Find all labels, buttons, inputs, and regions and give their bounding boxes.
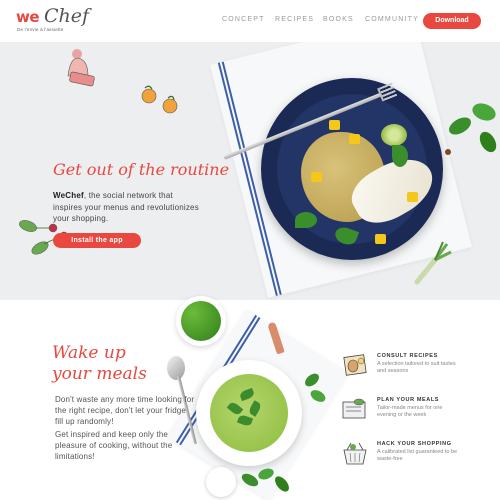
cream-bowl [206, 467, 236, 497]
feature-description: Tailor-made menus for one evening or the… [377, 405, 443, 418]
feature-hack-shopping: HACK YOUR SHOPPING A calibrated list gua… [341, 440, 491, 470]
nav-concept[interactable]: CONCEPT [222, 16, 265, 23]
wake-up-description: Don't waste any more time looking for th… [55, 394, 195, 464]
herb-leaves [445, 103, 497, 155]
shopping-basket-icon [343, 442, 367, 465]
nav-recipes[interactable]: RECIPES [275, 16, 314, 23]
mint-sprig [305, 373, 326, 402]
spoon [167, 356, 185, 380]
feature-plan-meals: PLAN YOUR MEALS Tailor-made menus for on… [341, 396, 491, 426]
download-button[interactable]: Download [423, 13, 481, 29]
site-header: we Chef De l'envie à l'assiette CONCEPT … [0, 0, 500, 42]
oranges-icon [141, 85, 178, 114]
hero-section: Get out of the routine WeChef, the socia… [0, 42, 500, 300]
wake-title-line1: Wake up [52, 343, 126, 363]
feature-description: A selection tailored to suit tastes and … [377, 361, 456, 374]
wake-title-line2: your meals [52, 364, 147, 384]
nav-community[interactable]: COMMUNITY [365, 16, 419, 23]
mint-leaves [241, 468, 289, 492]
peas-bowl [176, 296, 226, 346]
wake-up-title: Wake up your meals [52, 343, 147, 385]
logo-chef-text: Chef [44, 5, 90, 27]
hero-description: WeChef, the social network that inspires… [53, 190, 203, 225]
feature-title: HACK YOUR SHOPPING [377, 441, 452, 447]
feature-consult-recipes: CONSULT RECIPES A selection tailored to … [341, 352, 491, 382]
soup-plate [196, 360, 302, 466]
brand-name: WeChef [53, 191, 84, 200]
leek-icon [414, 241, 452, 285]
wechef-logo[interactable]: we Chef De l'envie à l'assiette [16, 5, 96, 38]
wake-paragraph-2: Get inspired and keep only the pleasure … [55, 430, 173, 461]
winter-hat-icon [67, 49, 95, 87]
recipe-book-icon [343, 354, 367, 376]
install-app-button[interactable]: Install the app [53, 233, 141, 248]
nav-books[interactable]: BOOKS [323, 16, 354, 23]
planner-icon [342, 398, 366, 419]
hero-title: Get out of the routine [53, 160, 230, 179]
wake-paragraph-1: Don't waste any more time looking for th… [55, 395, 195, 426]
feature-title: CONSULT RECIPES [377, 353, 438, 359]
logo-we-text: we [16, 8, 40, 26]
logo-tagline: De l'envie à l'assiette [17, 27, 64, 32]
feature-title: PLAN YOUR MEALS [377, 397, 440, 403]
feature-description: A calibrated list guaranteed to be waste… [377, 449, 458, 462]
